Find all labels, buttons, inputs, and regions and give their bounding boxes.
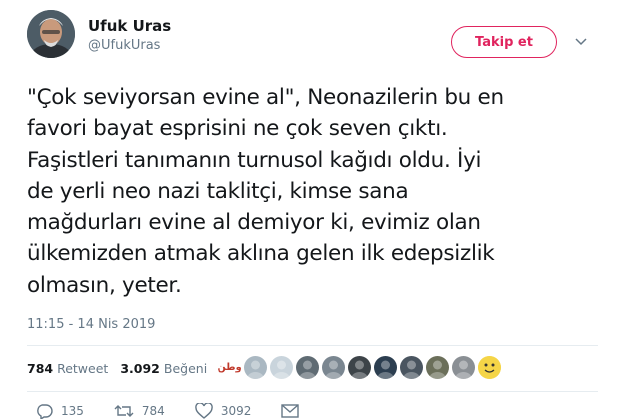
retweet-icon — [114, 405, 134, 417]
like-count: 3092 — [220, 404, 252, 418]
author-name[interactable]: Ufuk Uras — [88, 17, 171, 35]
tweet-line: olmasın, yeter. — [27, 272, 182, 298]
divider — [27, 391, 598, 392]
arabic-text-avatar[interactable]: وطن — [218, 356, 241, 379]
reply-count: 135 — [61, 404, 84, 418]
likers-list: وطن — [218, 356, 504, 380]
like-stat[interactable]: 3.092 Beğeni — [120, 361, 207, 376]
reply-icon — [37, 404, 53, 419]
reply-button[interactable]: 135 — [35, 403, 84, 419]
retweet-stat[interactable]: 784 Retweet — [27, 361, 108, 376]
photo-avatar[interactable] — [322, 356, 345, 379]
tweet-actions: 135 784 3092 — [35, 401, 337, 419]
tweet-stats: 784 Retweet 3.092 Beğeni — [27, 352, 219, 384]
chevron-down-icon[interactable] — [573, 34, 589, 50]
retweet-stat-count: 784 — [27, 360, 54, 376]
tweet-timestamp[interactable]: 11:15 - 14 Nis 2019 — [27, 317, 155, 332]
photo-avatar[interactable] — [374, 356, 397, 379]
tweet-line: ülkemizden atmak aklına gelen ilk edepsi… — [27, 241, 495, 267]
retweet-count: 784 — [141, 404, 165, 418]
author-handle[interactable]: @UfukUras — [88, 38, 160, 53]
tweet-line: Faşistleri tanımanın turnusol kağıdı old… — [27, 147, 482, 173]
retweet-button[interactable]: 784 — [114, 403, 165, 419]
photo-avatar[interactable] — [452, 356, 475, 379]
like-stat-label: Beğeni — [163, 360, 208, 376]
photo-avatar[interactable] — [426, 356, 449, 379]
photo-avatar[interactable] — [296, 356, 319, 379]
like-stat-count: 3.092 — [120, 360, 160, 376]
tweet-text: "Çok seviyorsan evine al", Neonazilerin … — [27, 82, 607, 301]
photo-avatar[interactable] — [348, 356, 371, 379]
avatar[interactable] — [27, 10, 75, 58]
message-button[interactable] — [281, 404, 307, 418]
tweet-line: de yerli neo nazi taklitçi, kimse sana — [27, 178, 409, 204]
follow-button[interactable]: Takip et — [451, 26, 557, 58]
tweet-line: "Çok seviyorsan evine al", Neonazilerin … — [27, 85, 504, 110]
retweet-stat-label: Retweet — [57, 360, 109, 376]
like-button[interactable]: 3092 — [195, 403, 252, 419]
tweet-header: Ufuk Uras @UfukUras Takip et — [27, 10, 607, 60]
divider — [27, 345, 598, 346]
cartoon-avatar[interactable] — [270, 356, 293, 379]
tweet-line: mağdurları evine al demiyor ki, evimiz o… — [27, 210, 481, 236]
default-avatar[interactable] — [244, 356, 267, 379]
tweet-line: favori bayat esprisini ne çok seven çıkt… — [27, 116, 448, 142]
emoji-avatar[interactable] — [478, 356, 501, 379]
heart-icon — [195, 403, 213, 419]
envelope-icon — [281, 404, 300, 418]
photo-avatar[interactable] — [400, 356, 423, 379]
